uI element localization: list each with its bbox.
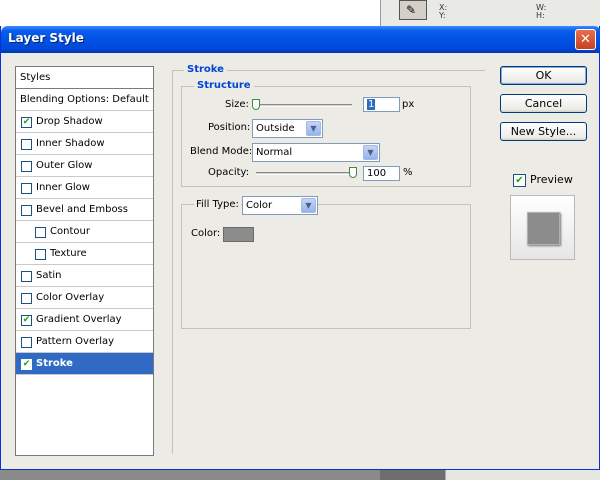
opacity-input[interactable]: 100	[363, 166, 400, 181]
style-item-label: Texture	[50, 248, 87, 259]
style-checkbox[interactable]	[21, 183, 32, 194]
opacity-value: 100	[367, 168, 387, 179]
opacity-unit: %	[403, 167, 413, 178]
position-select[interactable]: Outside ▼	[252, 119, 323, 138]
style-item-gradient-overlay[interactable]: ✔ Gradient Overlay	[16, 309, 153, 331]
color-label: Color:	[191, 228, 221, 239]
fill-type-select[interactable]: Color ▼	[242, 196, 318, 215]
preview-label: Preview	[530, 173, 573, 186]
style-preview	[510, 195, 575, 260]
new-style-button[interactable]: New Style...	[500, 122, 587, 141]
size-value: 1	[367, 99, 376, 110]
color-swatch[interactable]	[223, 227, 254, 242]
style-item-drop-shadow[interactable]: ✔ Drop Shadow	[16, 111, 153, 133]
style-item-label: Stroke	[36, 358, 73, 369]
position-value: Outside	[256, 123, 295, 134]
position-label: Position:	[208, 122, 251, 133]
style-checkbox[interactable]	[21, 337, 32, 348]
chevron-down-icon: ▼	[301, 198, 316, 213]
title-bar[interactable]: Layer Style ✕	[1, 26, 600, 53]
style-item-label: Styles	[20, 72, 51, 83]
size-slider-thumb[interactable]	[252, 99, 260, 110]
fill-group	[181, 204, 471, 329]
styles-list: Styles Blending Options: Default ✔ Drop Sha…	[15, 66, 154, 456]
style-item-styles[interactable]: Styles	[16, 67, 153, 89]
cancel-button[interactable]: Cancel	[500, 94, 587, 113]
style-item-label: Gradient Overlay	[36, 314, 122, 325]
style-item-texture[interactable]: Texture	[16, 243, 153, 265]
style-item-satin[interactable]: Satin	[16, 265, 153, 287]
style-checkbox[interactable]	[35, 227, 46, 238]
style-checkbox[interactable]	[35, 249, 46, 260]
style-checkbox[interactable]	[21, 161, 32, 172]
blend-mode-label: Blend Mode:	[190, 146, 253, 157]
style-preview-swatch	[527, 212, 560, 245]
ok-button[interactable]: OK	[500, 66, 587, 85]
tool-button[interactable]: ✎	[399, 0, 427, 20]
style-item-contour[interactable]: Contour	[16, 221, 153, 243]
style-item-bevel-and-emboss[interactable]: Bevel and Emboss	[16, 199, 153, 221]
style-item-label: Inner Glow	[36, 182, 90, 193]
style-item-inner-glow[interactable]: Inner Glow	[16, 177, 153, 199]
style-checkbox[interactable]: ✔	[21, 117, 32, 128]
opacity-slider-track[interactable]	[256, 172, 352, 175]
style-item-label: Pattern Overlay	[36, 336, 115, 347]
structure-title: Structure	[194, 80, 254, 91]
style-item-inner-shadow[interactable]: Inner Shadow	[16, 133, 153, 155]
opacity-slider-thumb[interactable]	[349, 167, 357, 178]
style-item-label: Contour	[50, 226, 90, 237]
close-button[interactable]: ✕	[575, 29, 596, 50]
size-input[interactable]: 1	[363, 97, 400, 112]
style-item-label: Satin	[36, 270, 62, 281]
style-item-pattern-overlay[interactable]: Pattern Overlay	[16, 331, 153, 353]
style-item-label: Drop Shadow	[36, 116, 103, 127]
background-info-panel: ✎ X: Y: W: H:	[380, 0, 600, 28]
size-label: Size:	[225, 99, 249, 110]
style-item-label: Inner Shadow	[36, 138, 105, 149]
style-item-blending-options-default[interactable]: Blending Options: Default	[16, 89, 153, 111]
style-checkbox[interactable]	[21, 205, 32, 216]
stroke-section-title: Stroke	[184, 64, 227, 75]
opacity-label: Opacity:	[208, 167, 250, 178]
chevron-down-icon: ▼	[306, 121, 321, 136]
layer-style-dialog: Layer Style ✕ Styles Blending Options: De…	[0, 26, 600, 470]
chevron-down-icon: ▼	[363, 145, 378, 160]
close-icon: ✕	[580, 32, 591, 47]
style-item-label: Blending Options: Default	[20, 94, 149, 105]
style-item-color-overlay[interactable]: Color Overlay	[16, 287, 153, 309]
style-checkbox[interactable]	[21, 293, 32, 304]
style-item-outer-glow[interactable]: Outer Glow	[16, 155, 153, 177]
style-item-stroke[interactable]: ✔ Stroke	[16, 353, 153, 375]
style-item-label: Outer Glow	[36, 160, 93, 171]
style-checkbox[interactable]	[21, 271, 32, 282]
style-checkbox[interactable]	[21, 139, 32, 150]
style-checkbox[interactable]: ✔	[21, 359, 32, 370]
brush-icon: ✎	[406, 3, 417, 17]
xy-readout: X: Y:	[439, 3, 448, 20]
size-unit: px	[402, 99, 415, 110]
fill-type-label: Fill Type:	[194, 199, 241, 210]
size-slider-track[interactable]	[256, 104, 352, 107]
wh-readout: W: H:	[536, 3, 547, 20]
blend-mode-value: Normal	[256, 147, 293, 158]
blend-mode-select[interactable]: Normal ▼	[252, 143, 380, 162]
style-checkbox[interactable]: ✔	[21, 315, 32, 326]
preview-checkbox[interactable]: ✔	[513, 174, 526, 187]
dialog-title: Layer Style	[8, 31, 84, 45]
style-item-label: Bevel and Emboss	[36, 204, 128, 215]
style-item-label: Color Overlay	[36, 292, 105, 303]
fill-type-value: Color	[246, 200, 273, 211]
